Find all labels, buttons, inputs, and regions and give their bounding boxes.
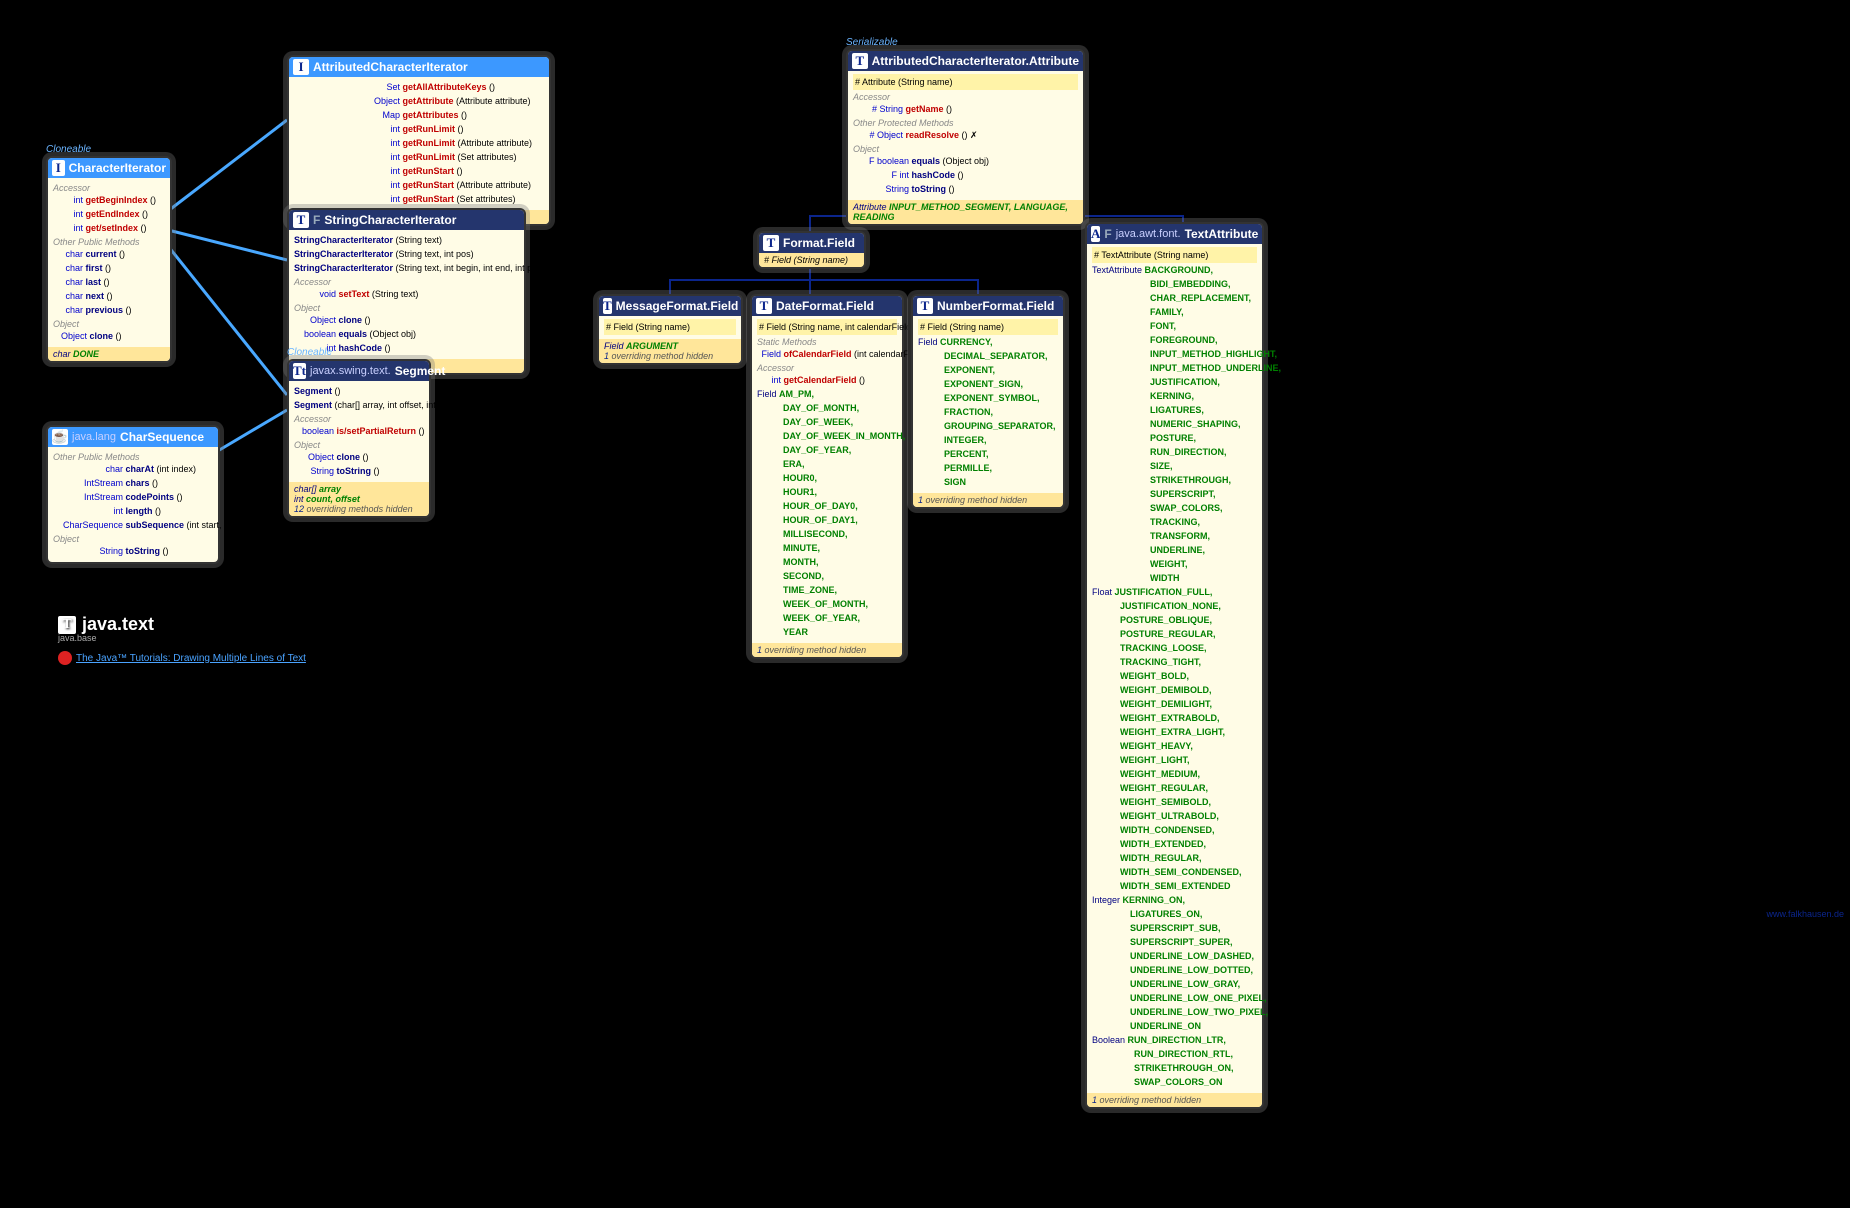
box-title: Format.Field — [783, 236, 855, 250]
method-row: int getRunStart (Set attributes) — [294, 192, 544, 206]
method-row: int get/setIndex () — [53, 221, 165, 235]
method-row: void setText (String text) — [294, 287, 519, 301]
class-icon: T — [293, 212, 309, 228]
box-title: AttributedCharacterIterator.Attribute — [872, 54, 1079, 68]
package-icon: T — [58, 616, 76, 634]
tutorial-link[interactable]: The Java™ Tutorials: Drawing Multiple Li… — [76, 653, 306, 664]
method-row: char next () — [53, 289, 165, 303]
method-row: F int hashCode () — [853, 168, 1078, 182]
box-title: CharSequence — [120, 430, 204, 444]
method-row: IntStream chars () — [53, 476, 213, 490]
field-list: Field CURRENCY,DECIMAL_SEPARATOR,EXPONEN… — [918, 335, 1058, 489]
method-row: boolean is/setPartialReturn () — [294, 424, 424, 438]
class-box-format-field: TFormat.Field # Field (String name) — [757, 231, 866, 269]
class-icon: A — [1091, 226, 1100, 242]
class-box-msg-field: TMessageFormat.Field # Field (String nam… — [597, 294, 743, 365]
box-title: CharacterIterator — [69, 161, 166, 175]
method-row: String toString () — [294, 464, 424, 478]
interface-icon: I — [52, 160, 65, 176]
constructor-row: StringCharacterIterator (String text) — [294, 233, 519, 247]
method-row: # Object readResolve () ✗ — [853, 128, 1078, 142]
class-icon: T — [763, 235, 779, 251]
method-row: String toString () — [53, 544, 213, 558]
method-row: F boolean equals (Object obj) — [853, 154, 1078, 168]
class-icon: Tt — [293, 363, 306, 379]
implements-label: Cloneable — [46, 144, 91, 155]
constructor-row: StringCharacterIterator (String text, in… — [294, 261, 519, 275]
method-row: Object clone () — [294, 313, 519, 327]
method-row: String toString () — [853, 182, 1078, 196]
method-row: boolean equals (Object obj) — [294, 327, 519, 341]
method-row: CharSequence subSequence (int start, int… — [53, 518, 213, 532]
class-icon: T — [603, 298, 612, 314]
method-row: int getRunStart () — [294, 164, 544, 178]
package-name: java.text — [82, 614, 154, 635]
method-row: Field ofCalendarField (int calendarField… — [757, 347, 897, 361]
method-row: Object clone () — [294, 450, 424, 464]
class-box-characteriterator: ICharacterIterator Accessor int getBegin… — [46, 156, 172, 363]
class-icon: T — [852, 53, 868, 69]
method-row: int length () — [53, 504, 213, 518]
field-list: Field AM_PM,DAY_OF_MONTH,DAY_OF_WEEK,DAY… — [757, 387, 897, 639]
box-title: AttributedCharacterIterator — [313, 60, 468, 74]
method-row: IntStream codePoints () — [53, 490, 213, 504]
class-box-segment: Ttjavax.swing.text.Segment Segment ()Seg… — [287, 359, 431, 518]
method-row: int getEndIndex () — [53, 207, 165, 221]
class-box-date-field: TDateFormat.Field # Field (String name, … — [750, 294, 904, 659]
method-row: char charAt (int index) — [53, 462, 213, 476]
constructor-row: Segment () — [294, 384, 424, 398]
constructor-row: Segment (char[] array, int offset, int c… — [294, 398, 424, 412]
implements-label: Serializable — [846, 37, 898, 48]
box-title: StringCharacterIterator — [324, 213, 456, 227]
box-header: I CharacterIterator — [48, 158, 170, 178]
method-row: int getRunLimit () — [294, 122, 544, 136]
box-title: TextAttribute — [1185, 227, 1259, 241]
method-row: Set getAllAttributeKeys () — [294, 80, 544, 94]
class-box-textattribute: AF java.awt.font.TextAttribute # TextAtt… — [1085, 222, 1264, 1109]
method-row: char last () — [53, 275, 165, 289]
box-title: DateFormat.Field — [776, 299, 874, 313]
box-title: Segment — [395, 364, 446, 378]
method-row: int getRunLimit (Set attributes) — [294, 150, 544, 164]
method-row: char first () — [53, 261, 165, 275]
class-box-attribute: T AttributedCharacterIterator.Attribute #… — [846, 49, 1085, 226]
interface-icon: ☕ — [52, 429, 68, 445]
method-row: char current () — [53, 247, 165, 261]
legend: Tjava.text java.base The Java™ Tutorials… — [58, 614, 306, 665]
method-row: int getRunStart (Attribute attribute) — [294, 178, 544, 192]
credit: www.falkhausen.de — [1766, 909, 1844, 919]
box-header: ☕java.langCharSequence — [48, 427, 218, 447]
field-list: Float JUSTIFICATION_FULL,JUSTIFICATION_N… — [1092, 585, 1257, 893]
box-title: MessageFormat.Field — [616, 299, 739, 313]
method-row: int getCalendarField () — [757, 373, 897, 387]
interface-icon: I — [293, 59, 309, 75]
method-row: int getBeginIndex () — [53, 193, 165, 207]
bullet-icon — [58, 651, 72, 665]
class-box-num-field: TNumberFormat.Field # Field (String name… — [911, 294, 1065, 509]
class-box-aci: I AttributedCharacterIterator Set getAllA… — [287, 55, 551, 226]
class-box-charsequence: ☕java.langCharSequence Other Public Meth… — [46, 425, 220, 564]
constructor-row: StringCharacterIterator (String text, in… — [294, 247, 519, 261]
method-row: Object clone () — [53, 329, 165, 343]
method-row: # String getName () — [853, 102, 1078, 116]
implements-label: Cloneable — [287, 347, 332, 358]
field-list: Boolean RUN_DIRECTION_LTR,RUN_DIRECTION_… — [1092, 1033, 1257, 1089]
box-title: NumberFormat.Field — [937, 299, 1054, 313]
method-row: char previous () — [53, 303, 165, 317]
field-list: Integer KERNING_ON,LIGATURES_ON,SUPERSCR… — [1092, 893, 1257, 1033]
method-row: Map getAttributes () — [294, 108, 544, 122]
field-list: TextAttribute BACKGROUND,BIDI_EMBEDDING,… — [1092, 263, 1257, 585]
class-icon: T — [756, 298, 772, 314]
class-icon: T — [917, 298, 933, 314]
method-row: Object getAttribute (Attribute attribute… — [294, 94, 544, 108]
method-row: int getRunLimit (Attribute attribute) — [294, 136, 544, 150]
